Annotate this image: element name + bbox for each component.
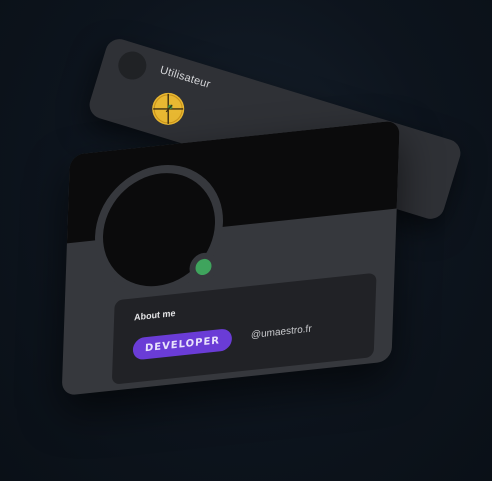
profile-card[interactable]: About me DEVELOPER @umaestro.fr: [61, 120, 400, 397]
back-avatar: [114, 48, 150, 83]
role-badge-label: DEVELOPER: [144, 334, 221, 354]
back-username: Utilisateur: [158, 64, 212, 91]
about-me-title: About me: [133, 307, 176, 323]
gold-compass-badge-icon: [152, 92, 185, 125]
profile-card-scene: Utilisateur About me DEVELOPER @umaestro…: [0, 0, 492, 481]
developer-role-badge[interactable]: DEVELOPER: [132, 327, 233, 361]
user-handle: @umaestro.fr: [250, 323, 312, 342]
